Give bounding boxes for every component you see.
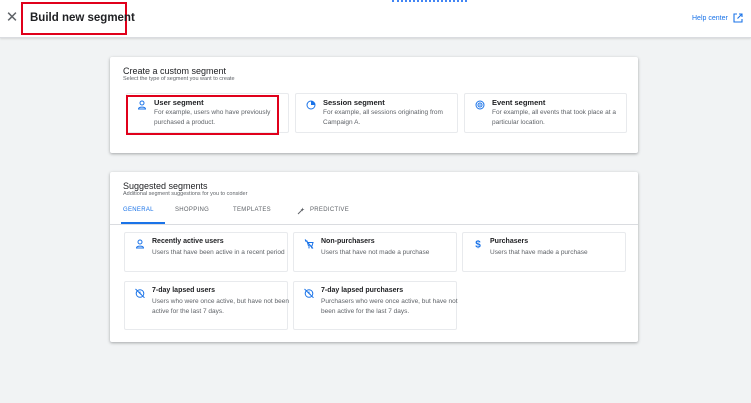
svg-text:$: $ xyxy=(475,240,481,250)
suggestion-title: Non-purchasers xyxy=(321,238,375,245)
active-tab-indicator xyxy=(121,222,165,224)
suggestion-7-day-lapsed-users[interactable]: 7-day lapsed users Users who were once a… xyxy=(124,281,289,330)
page-title: Build new segment xyxy=(30,12,135,24)
tab-templates[interactable]: TEMPLATES xyxy=(233,207,271,213)
suggestion-title: 7-day lapsed purchasers xyxy=(321,287,404,294)
card-title: Create a custom segment xyxy=(123,66,227,76)
top-bar: ✕ Build new segment Help center xyxy=(0,0,751,38)
sparkle-icon xyxy=(297,207,305,215)
progress-indicator xyxy=(392,0,467,4)
card-subtitle: Additional segment suggestions for you t… xyxy=(123,191,248,197)
option-title: Event segment xyxy=(492,98,546,107)
tab-shopping[interactable]: SHOPPING xyxy=(175,207,209,213)
suggestion-purchasers[interactable]: $ Purchasers Users that have made a purc… xyxy=(462,232,626,272)
segment-tabs: GENERAL SHOPPING TEMPLATES PREDICTIVE xyxy=(110,204,638,225)
option-description: For example, all events that took place … xyxy=(492,109,616,126)
session-segment-option[interactable]: Session segment For example, all session… xyxy=(295,93,458,133)
user-segment-highlight-box xyxy=(126,95,279,135)
card-title: Suggested segments xyxy=(123,181,208,191)
session-icon xyxy=(306,100,316,110)
help-center-link[interactable]: Help center xyxy=(692,15,728,22)
suggestion-description: Users that have been active in a recent … xyxy=(152,249,285,256)
suggestion-recently-active-users[interactable]: Recently active users Users that have be… xyxy=(124,232,288,272)
person-icon xyxy=(135,239,145,249)
option-title: Session segment xyxy=(323,98,385,107)
lapsed-timer-icon xyxy=(304,288,314,298)
open-in-new-icon[interactable] xyxy=(733,13,743,23)
suggestion-description: Purchasers who were once active, but hav… xyxy=(321,298,458,315)
no-cart-icon xyxy=(304,239,314,249)
option-description: For example, all sessions originating fr… xyxy=(323,109,443,126)
event-icon xyxy=(475,100,485,110)
tab-predictive[interactable]: PREDICTIVE xyxy=(310,207,349,213)
suggestion-description: Users who were once active, but have not… xyxy=(152,298,289,315)
card-subtitle: Select the type of segment you want to c… xyxy=(123,76,235,82)
tab-general[interactable]: GENERAL xyxy=(123,207,154,213)
suggested-segments-card: Suggested segments Additional segment su… xyxy=(110,172,638,342)
suggestion-description: Users that have not made a purchase xyxy=(321,249,430,256)
suggestion-title: 7-day lapsed users xyxy=(152,287,216,294)
suggestion-description: Users that have made a purchase xyxy=(490,249,588,256)
event-segment-option[interactable]: Event segment For example, all events th… xyxy=(464,93,627,133)
suggestion-non-purchasers[interactable]: Non-purchasers Users that have not made … xyxy=(293,232,457,272)
close-icon[interactable]: ✕ xyxy=(5,10,19,25)
dollar-icon: $ xyxy=(475,240,481,250)
suggestion-7-day-lapsed-purchasers[interactable]: 7-day lapsed purchasers Purchasers who w… xyxy=(293,281,458,330)
lapsed-timer-icon xyxy=(135,288,145,298)
suggestion-title: Recently active users xyxy=(152,238,224,245)
suggestion-title: Purchasers xyxy=(490,238,529,245)
